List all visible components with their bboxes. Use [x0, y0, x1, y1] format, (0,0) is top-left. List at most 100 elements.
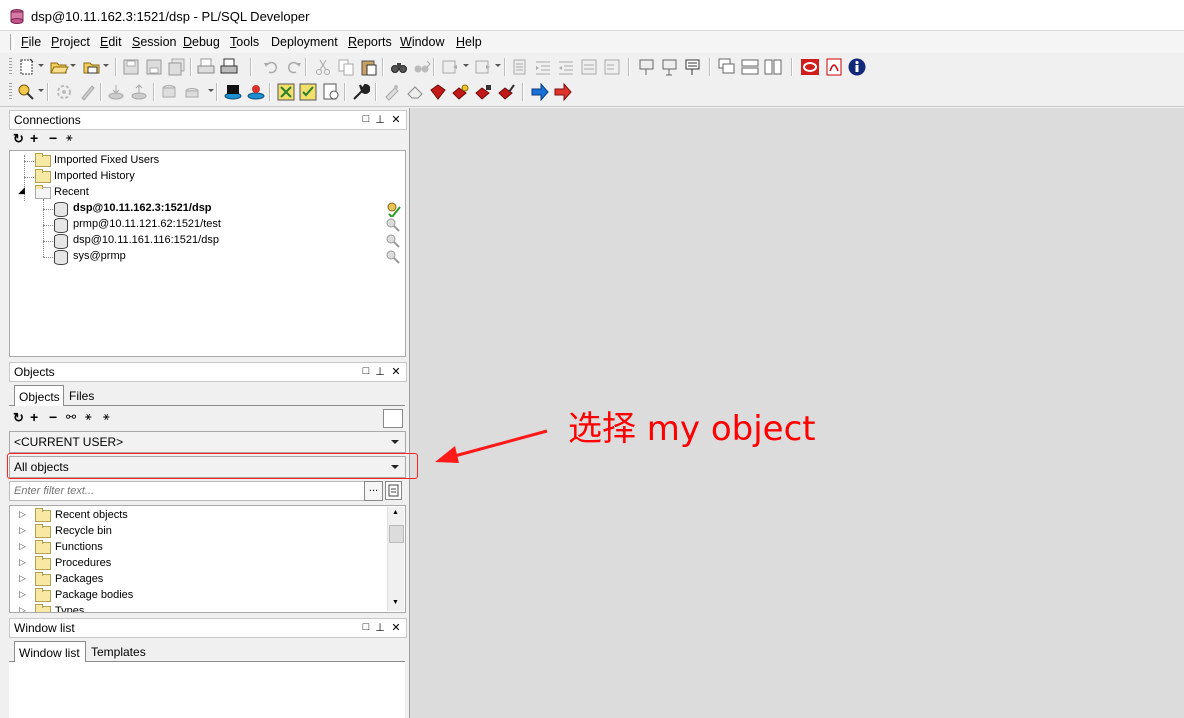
cut-icon[interactable]: [313, 57, 333, 77]
remove-icon[interactable]: −: [49, 409, 57, 425]
eraser-icon[interactable]: [405, 82, 425, 102]
scroll-thumb[interactable]: [389, 525, 404, 543]
close-icon[interactable]: ✕: [390, 113, 402, 126]
tile-vertical-icon[interactable]: [763, 57, 783, 77]
print-icon[interactable]: [219, 57, 239, 77]
log-on-dropdown-icon[interactable]: [38, 89, 44, 92]
tab-window-list[interactable]: Window list: [14, 641, 86, 662]
filter-edit-icon[interactable]: ⚹: [103, 411, 110, 424]
menu-window[interactable]: Window: [400, 35, 444, 49]
expand-arrow-icon[interactable]: ▷: [19, 589, 26, 600]
pin-icon[interactable]: ⊥: [374, 113, 386, 126]
template-icon[interactable]: [637, 57, 657, 77]
filter-options-icon[interactable]: [385, 481, 402, 500]
tab-objects[interactable]: Objects: [14, 385, 64, 406]
connection-sys-prmp[interactable]: sys@prmp: [54, 249, 404, 265]
explain-plan-icon[interactable]: [276, 82, 296, 102]
user-select[interactable]: <CURRENT USER>: [9, 431, 406, 453]
filter-text-input[interactable]: [9, 481, 367, 501]
sql-window-dropdown-icon[interactable]: [208, 89, 214, 92]
menu-reports[interactable]: Reports: [348, 35, 392, 49]
remove-icon[interactable]: −: [49, 130, 57, 146]
new-icon[interactable]: [17, 57, 37, 77]
uppercase-icon[interactable]: [579, 57, 599, 77]
uncomment-icon[interactable]: [473, 57, 493, 77]
close-icon[interactable]: ✕: [390, 621, 402, 634]
undo-icon[interactable]: [261, 57, 281, 77]
expand-arrow-icon[interactable]: ▷: [19, 525, 26, 536]
log-on-icon[interactable]: [16, 82, 36, 102]
arrow-right-blue-icon[interactable]: [530, 82, 550, 102]
preferences-icon[interactable]: [350, 82, 370, 102]
menu-project[interactable]: Project: [51, 35, 90, 49]
menu-edit[interactable]: Edit: [100, 35, 122, 49]
objects-tree-scrollbar[interactable]: ▲ ▼: [387, 507, 404, 611]
copy-icon[interactable]: [336, 57, 356, 77]
redo-icon[interactable]: [284, 57, 304, 77]
report-window-icon[interactable]: [246, 82, 266, 102]
maximize-icon[interactable]: □: [360, 621, 372, 633]
filter-icon[interactable]: ⚹: [85, 411, 92, 424]
compile-icon[interactable]: [54, 82, 74, 102]
info-icon[interactable]: [847, 57, 867, 77]
uncomment-dropdown-icon[interactable]: [495, 64, 501, 67]
connection-prmp-121[interactable]: prmp@10.11.121.62:1521/test: [54, 217, 404, 233]
macro-icon[interactable]: [683, 57, 703, 77]
expanded-arrow-icon[interactable]: ◢: [18, 185, 25, 196]
scroll-down-icon[interactable]: ▼: [392, 599, 399, 606]
tile-horizontal-icon[interactable]: [740, 57, 760, 77]
expand-arrow-icon[interactable]: ▷: [19, 509, 26, 520]
expand-arrow-icon[interactable]: ▷: [19, 573, 26, 584]
menu-help[interactable]: Help: [456, 35, 482, 49]
find-icon[interactable]: ⚯: [66, 410, 76, 424]
sql-window-icon[interactable]: [161, 82, 181, 102]
paste-icon[interactable]: [359, 57, 379, 77]
refresh-icon[interactable]: ↻: [13, 410, 24, 426]
open-dropdown-icon[interactable]: [70, 64, 76, 67]
maximize-icon[interactable]: □: [360, 365, 372, 377]
execute-icon[interactable]: [78, 82, 98, 102]
menu-tools[interactable]: Tools: [230, 35, 259, 49]
close-icon[interactable]: ✕: [390, 365, 402, 378]
test-window-icon[interactable]: [298, 82, 318, 102]
add-icon[interactable]: +: [30, 409, 38, 425]
maximize-icon[interactable]: □: [360, 113, 372, 125]
query-builder-icon[interactable]: [382, 82, 402, 102]
connection-dsp-162[interactable]: dsp@10.11.162.3:1521/dsp: [54, 201, 404, 217]
template-list-icon[interactable]: [660, 57, 680, 77]
pdf-icon[interactable]: [824, 57, 844, 77]
expand-arrow-icon[interactable]: ▷: [19, 557, 26, 568]
cascade-icon[interactable]: [717, 57, 737, 77]
new-dropdown-icon[interactable]: [38, 64, 44, 67]
object-red-icon[interactable]: [428, 82, 448, 102]
unindent-icon[interactable]: [533, 57, 553, 77]
print-preview-icon[interactable]: [196, 57, 216, 77]
comment-icon[interactable]: [440, 57, 460, 77]
add-icon[interactable]: +: [30, 130, 38, 146]
refresh-icon[interactable]: ↻: [13, 131, 24, 147]
comment-dropdown-icon[interactable]: [463, 64, 469, 67]
lowercase-icon[interactable]: [602, 57, 622, 77]
menu-deployment[interactable]: Deployment: [271, 35, 338, 49]
filter-icon[interactable]: ⚹: [66, 132, 73, 145]
save-as-icon[interactable]: [144, 57, 164, 77]
tab-templates[interactable]: Templates: [87, 641, 157, 661]
command-window-icon[interactable]: [223, 82, 243, 102]
tab-files[interactable]: Files: [65, 385, 105, 405]
menu-session[interactable]: Session: [132, 35, 176, 49]
sql-dropdown-icon[interactable]: [184, 82, 204, 102]
pin-icon[interactable]: ⊥: [374, 621, 386, 634]
commit-icon[interactable]: [106, 82, 126, 102]
arrow-right-red-icon[interactable]: [553, 82, 573, 102]
connection-dsp-161[interactable]: dsp@10.11.161.116:1521/dsp: [54, 233, 404, 249]
find-next-icon[interactable]: [412, 57, 432, 77]
object-edit-icon[interactable]: [497, 82, 517, 102]
save-icon[interactable]: [121, 57, 141, 77]
open-window-dropdown-icon[interactable]: [103, 64, 109, 67]
object-dark-icon[interactable]: [474, 82, 494, 102]
pin-icon[interactable]: ⊥: [374, 365, 386, 378]
rollback-icon[interactable]: [129, 82, 149, 102]
menu-debug[interactable]: Debug: [183, 35, 220, 49]
outdent-icon[interactable]: [556, 57, 576, 77]
expand-arrow-icon[interactable]: ▷: [19, 605, 26, 612]
